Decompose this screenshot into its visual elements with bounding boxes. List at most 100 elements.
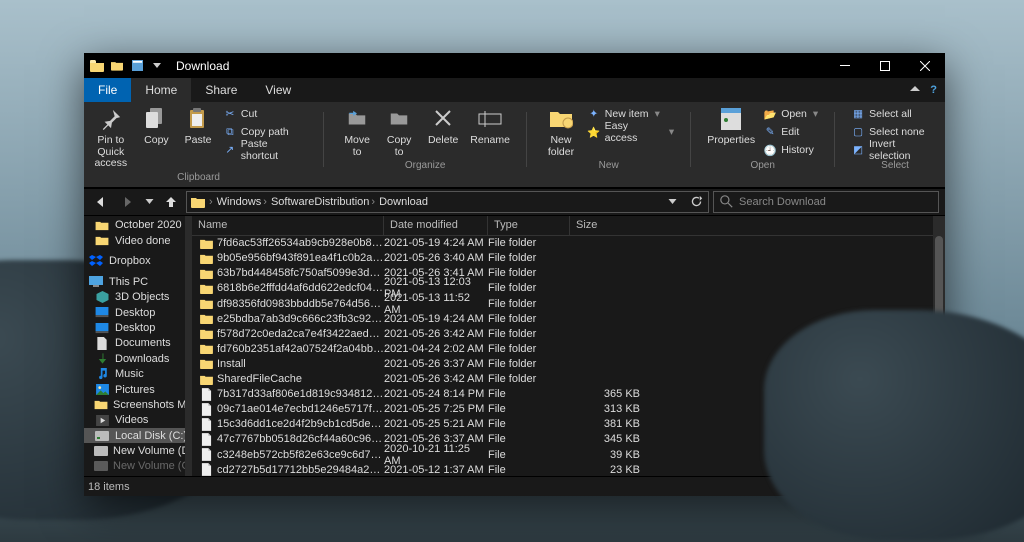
nav-item-downloads[interactable]: Downloads xyxy=(84,351,192,366)
pc-icon xyxy=(88,275,104,289)
table-row[interactable]: 15c3d6dd1ce2d4f2b9cb1cd5de694ab20b...202… xyxy=(192,417,933,432)
table-row[interactable]: cd2727b5d17712bb5e29484a23273fc0145...20… xyxy=(192,462,933,476)
breadcrumb[interactable]: › Windows› SoftwareDistribution› Downloa… xyxy=(186,191,709,213)
table-row[interactable]: 7fd6ac53ff26534ab9cb928e0b8b79982021-05-… xyxy=(192,236,933,251)
minimize-button[interactable] xyxy=(825,53,865,78)
nav-item-video-done[interactable]: Video done xyxy=(84,233,192,248)
close-button[interactable] xyxy=(905,53,945,78)
nav-item-pictures[interactable]: Pictures xyxy=(84,382,192,397)
easy-access-button[interactable]: ⭐Easy access▾ xyxy=(587,124,674,140)
copy-path-icon: ⧉ xyxy=(223,125,237,139)
properties-button[interactable]: Properties xyxy=(707,106,755,147)
breadcrumb-history-icon[interactable] xyxy=(660,195,684,208)
paste-button[interactable]: Paste xyxy=(181,106,215,147)
column-date[interactable]: Date modified xyxy=(384,216,488,235)
column-name[interactable]: Name xyxy=(192,216,384,235)
rename-button[interactable]: Rename xyxy=(470,106,510,147)
move-to-button[interactable]: Move to xyxy=(340,106,374,158)
tab-home[interactable]: Home xyxy=(131,78,191,102)
breadcrumb-segment[interactable]: Windows› xyxy=(215,192,269,212)
scrollbar[interactable] xyxy=(933,216,945,476)
table-row[interactable]: 47c7767bb0518d26cf44a60c96074bd5dcc...20… xyxy=(192,432,933,447)
tab-file[interactable]: File xyxy=(84,78,131,102)
new-folder-button[interactable]: New folder xyxy=(543,106,579,158)
nav-item-new-volume-d[interactable]: New Volume (D:) xyxy=(84,443,192,458)
maximize-button[interactable] xyxy=(865,53,905,78)
delete-button[interactable]: Delete xyxy=(424,106,462,147)
file-date: 2021-05-26 3:37 AM xyxy=(384,358,488,370)
table-row[interactable]: df98356fd0983bbddb5e764d5676c5db2021-05-… xyxy=(192,296,933,311)
status-bar: 18 items xyxy=(84,476,945,496)
nav-item-3d-objects[interactable]: 3D Objects xyxy=(84,290,192,305)
file-date: 2021-05-26 3:40 AM xyxy=(384,252,488,264)
qat-properties-icon[interactable] xyxy=(130,59,144,73)
table-row[interactable]: SharedFileCache2021-05-26 3:42 AMFile fo… xyxy=(192,371,933,386)
help-icon[interactable]: ? xyxy=(930,84,937,96)
drive-icon xyxy=(94,429,110,443)
nav-item-october-2020[interactable]: October 2020 xyxy=(84,218,192,233)
file-date: 2021-05-26 3:42 AM xyxy=(384,373,488,385)
table-row[interactable]: 9b05e956bf943f891ea4f1c0b2a484c52021-05-… xyxy=(192,251,933,266)
status-item-count: 18 items xyxy=(88,481,130,493)
column-type[interactable]: Type xyxy=(488,216,570,235)
breadcrumb-root-chevron[interactable]: › xyxy=(207,192,215,212)
tab-share[interactable]: Share xyxy=(191,78,251,102)
pin-to-quick-access-button[interactable]: Pin to Quick access xyxy=(90,106,132,170)
nav-item-videos[interactable]: Videos xyxy=(84,413,192,428)
table-row[interactable]: e25bdba7ab3d9c666c23fb3c9258567b2021-05-… xyxy=(192,311,933,326)
nav-recent-button[interactable] xyxy=(142,191,156,213)
nav-item-dropbox[interactable]: Dropbox xyxy=(84,254,192,269)
table-row[interactable]: fd760b2351af42a07524f2a04bbebfd12021-04-… xyxy=(192,341,933,356)
select-all-button[interactable]: ▦Select all xyxy=(851,106,939,122)
ribbon-collapse-icon[interactable] xyxy=(910,86,920,94)
view-icons-button[interactable] xyxy=(919,479,941,495)
nav-item-this-pc[interactable]: This PC xyxy=(84,274,192,289)
breadcrumb-segment[interactable]: Download xyxy=(377,192,430,212)
objects3d-icon xyxy=(94,290,110,304)
file-name: c3248eb572cb5f82e63ce9c6d73cfbf39b7b... xyxy=(217,449,384,461)
table-row[interactable]: 09c71ae014e7ecbd1246e5717f9212a9de97...2… xyxy=(192,402,933,417)
nav-item-local-disk-c[interactable]: Local Disk (C:) xyxy=(84,428,192,443)
copy-button[interactable]: Copy xyxy=(140,106,174,147)
nav-back-button[interactable] xyxy=(90,191,112,213)
nav-item-desktop[interactable]: Desktop xyxy=(84,320,192,335)
tab-view[interactable]: View xyxy=(251,78,305,102)
refresh-button[interactable] xyxy=(684,195,708,208)
navigation-pane[interactable]: October 2020 Video done Dropbox This PC … xyxy=(84,216,192,476)
table-row[interactable]: f578d72c0eda2ca7e4f3422aeddb33592021-05-… xyxy=(192,326,933,341)
nav-item-desktop[interactable]: Desktop xyxy=(84,305,192,320)
copy-to-button[interactable]: Copy to xyxy=(382,106,416,158)
file-type: File xyxy=(488,449,570,461)
nav-forward-button[interactable] xyxy=(116,191,138,213)
ribbon: Pin to Quick access Copy Paste ✂Cut ⧉ Cop… xyxy=(84,102,945,188)
file-name: df98356fd0983bbddb5e764d5676c5db xyxy=(217,298,384,310)
table-row[interactable]: c3248eb572cb5f82e63ce9c6d73cfbf39b7b...2… xyxy=(192,447,933,462)
nav-item-documents[interactable]: Documents xyxy=(84,336,192,351)
qat-new-folder-icon[interactable] xyxy=(110,59,124,73)
open-button[interactable]: 📂Open▾ xyxy=(763,106,818,122)
table-row[interactable]: 6818b6e2fffdd4af6dd622edcf04e419d2021-05… xyxy=(192,281,933,296)
table-row[interactable]: 63b7bd448458fc750af5099e3ddc4db32021-05-… xyxy=(192,266,933,281)
nav-item-music[interactable]: Music xyxy=(84,366,192,381)
view-details-button[interactable] xyxy=(895,479,917,495)
cut-button[interactable]: ✂Cut xyxy=(223,106,307,122)
properties-icon xyxy=(717,106,745,132)
history-button[interactable]: 🕘History xyxy=(763,142,818,158)
breadcrumb-segment[interactable]: SoftwareDistribution› xyxy=(269,192,377,212)
table-row[interactable]: 7b317d33af806e1d819c9348126358e9ec8e...2… xyxy=(192,387,933,402)
search-input[interactable]: Search Download xyxy=(713,191,939,213)
nav-up-button[interactable] xyxy=(160,191,182,213)
invert-icon: ◩ xyxy=(851,143,865,157)
table-row[interactable]: Install2021-05-26 3:37 AMFile folder xyxy=(192,356,933,371)
qat-dropdown-icon[interactable] xyxy=(150,59,164,73)
group-label-new: New xyxy=(543,158,674,175)
edit-button[interactable]: ✎Edit xyxy=(763,124,818,140)
paste-shortcut-button[interactable]: ↗Paste shortcut xyxy=(223,142,307,158)
invert-selection-button[interactable]: ◩Invert selection xyxy=(851,142,939,158)
column-size[interactable]: Size xyxy=(570,216,945,235)
copy-icon xyxy=(142,106,170,132)
file-type: File folder xyxy=(488,358,570,370)
file-list[interactable]: 7fd6ac53ff26534ab9cb928e0b8b79982021-05-… xyxy=(192,236,945,476)
nav-item-new-volume-g[interactable]: New Volume (G:) xyxy=(84,459,192,474)
nav-item-screenshots[interactable]: Screenshots Mac xyxy=(84,397,192,412)
